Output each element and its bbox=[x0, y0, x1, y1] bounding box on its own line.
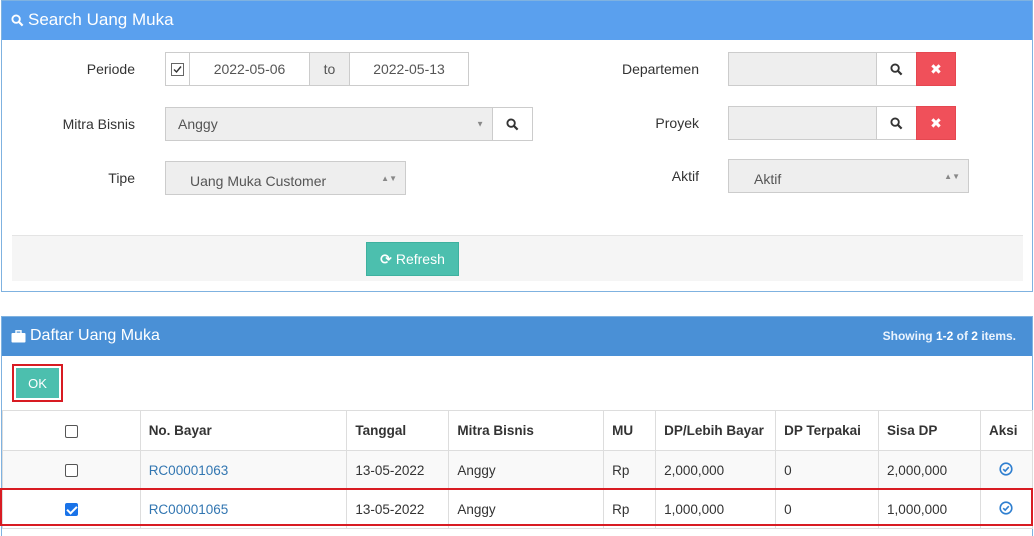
showing-summary: Showing 1-2 of 2 items. bbox=[882, 329, 1016, 343]
table-row: RC00001065 13-05-2022 Anggy Rp 1,000,000… bbox=[2, 489, 1034, 529]
aktif-value: Aktif bbox=[754, 171, 782, 187]
search-icon bbox=[506, 117, 519, 130]
proyek-clear-button[interactable]: ✖ bbox=[916, 106, 956, 140]
select-all-cell bbox=[2, 410, 141, 451]
departemen-label: Departemen bbox=[621, 61, 699, 77]
search-panel-title: Search Uang Muka bbox=[28, 10, 174, 29]
ok-button-highlight: OK bbox=[12, 364, 63, 402]
proyek-search-button[interactable] bbox=[876, 106, 917, 140]
uang-muka-table: No. Bayar Tanggal Mitra Bisnis MU DP/Leb… bbox=[2, 410, 1034, 529]
col-aksi: Aksi bbox=[979, 410, 1034, 451]
tipe-value: Uang Muka Customer bbox=[190, 173, 327, 189]
periode-label: Periode bbox=[86, 61, 135, 77]
list-panel: Daftar Uang Muka Showing 1-2 of 2 items.… bbox=[1, 316, 1034, 536]
mu-cell: Rp bbox=[603, 489, 657, 529]
close-icon: ✖ bbox=[930, 60, 942, 77]
proyek-label: Proyek bbox=[655, 115, 699, 131]
row-checkbox[interactable] bbox=[64, 464, 78, 478]
mitra-cell: Anggy bbox=[448, 450, 605, 490]
ok-button[interactable]: OK bbox=[16, 368, 59, 398]
no-bayar-link[interactable]: RC00001065 bbox=[149, 502, 229, 517]
periode-checkbox-wrap bbox=[165, 52, 190, 86]
mitra-bisnis-value: Anggy bbox=[178, 116, 218, 132]
dropdown-arrow-icon: ▲▼ bbox=[944, 172, 960, 181]
tipe-label: Tipe bbox=[108, 170, 135, 186]
departemen-search-button[interactable] bbox=[876, 52, 917, 86]
select-all-checkbox[interactable] bbox=[64, 424, 78, 438]
terpakai-cell: 0 bbox=[775, 450, 880, 490]
periode-checkbox[interactable] bbox=[171, 62, 184, 76]
date-to-input[interactable]: 2022-05-13 bbox=[349, 52, 469, 86]
col-sisa-dp[interactable]: Sisa DP bbox=[878, 410, 981, 451]
table-header-row: No. Bayar Tanggal Mitra Bisnis MU DP/Leb… bbox=[2, 410, 1034, 451]
date-from-input[interactable]: 2022-05-06 bbox=[189, 52, 310, 86]
search-icon bbox=[890, 62, 903, 75]
col-dp[interactable]: DP/Lebih Bayar bbox=[655, 410, 777, 451]
mitra-bisnis-label: Mitra Bisnis bbox=[62, 116, 135, 132]
briefcase-icon bbox=[11, 329, 26, 342]
search-icon bbox=[11, 13, 24, 26]
sisa-dp-cell: 1,000,000 bbox=[878, 489, 981, 529]
refresh-button[interactable]: ⟳ Refresh bbox=[366, 242, 459, 276]
mitra-bisnis-select[interactable]: Anggy ▼ bbox=[165, 107, 493, 141]
dropdown-arrow-icon: ▲▼ bbox=[381, 174, 397, 183]
col-mitra-bisnis[interactable]: Mitra Bisnis bbox=[448, 410, 605, 451]
mitra-search-button[interactable] bbox=[492, 107, 533, 141]
dp-cell: 2,000,000 bbox=[655, 450, 777, 490]
col-tanggal[interactable]: Tanggal bbox=[346, 410, 450, 451]
refresh-label: Refresh bbox=[395, 251, 445, 267]
to-label: to bbox=[309, 52, 350, 86]
proyek-input[interactable] bbox=[728, 106, 877, 140]
list-panel-header: Daftar Uang Muka Showing 1-2 of 2 items. bbox=[2, 317, 1032, 356]
no-bayar-link[interactable]: RC00001063 bbox=[149, 463, 229, 478]
action-bar bbox=[12, 235, 1023, 281]
close-icon: ✖ bbox=[930, 114, 942, 131]
col-mu[interactable]: MU bbox=[603, 410, 657, 451]
departemen-clear-button[interactable]: ✖ bbox=[916, 52, 956, 86]
mitra-cell: Anggy bbox=[448, 489, 605, 529]
row-checkbox[interactable] bbox=[64, 503, 78, 517]
search-icon bbox=[890, 116, 903, 129]
tipe-select[interactable]: Uang Muka Customer ▲▼ bbox=[165, 161, 406, 195]
list-panel-title: Daftar Uang Muka bbox=[30, 327, 160, 344]
tanggal-cell: 13-05-2022 bbox=[346, 489, 450, 529]
dropdown-arrow-icon: ▼ bbox=[476, 119, 484, 129]
table-row: RC00001063 13-05-2022 Anggy Rp 2,000,000… bbox=[2, 450, 1034, 490]
check-circle-icon[interactable] bbox=[999, 461, 1014, 476]
dp-cell: 1,000,000 bbox=[655, 489, 777, 529]
col-no-bayar[interactable]: No. Bayar bbox=[139, 410, 348, 451]
aktif-label: Aktif bbox=[671, 168, 699, 184]
aktif-select[interactable]: Aktif ▲▼ bbox=[728, 159, 969, 193]
departemen-input[interactable] bbox=[728, 52, 877, 86]
tanggal-cell: 13-05-2022 bbox=[346, 450, 450, 490]
refresh-icon: ⟳ bbox=[380, 250, 392, 267]
col-terpakai[interactable]: DP Terpakai bbox=[775, 410, 880, 451]
check-circle-icon[interactable] bbox=[999, 500, 1014, 515]
search-panel-header: Search Uang Muka bbox=[2, 1, 1032, 40]
sisa-dp-cell: 2,000,000 bbox=[878, 450, 981, 490]
mu-cell: Rp bbox=[603, 450, 657, 490]
search-panel: Search Uang Muka Periode 2022-05-06 to 2… bbox=[1, 0, 1033, 292]
terpakai-cell: 0 bbox=[775, 489, 880, 529]
